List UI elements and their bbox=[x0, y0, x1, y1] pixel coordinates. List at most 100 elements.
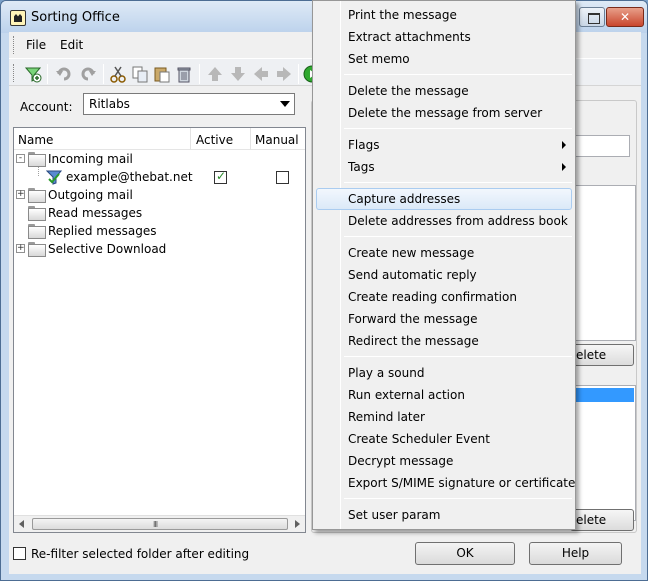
scroll-grip: III bbox=[153, 520, 158, 529]
account-dropdown[interactable]: Ritlabs bbox=[83, 93, 295, 115]
menu-item-remind-later[interactable]: Remind later bbox=[316, 406, 572, 428]
account-value: Ritlabs bbox=[89, 97, 130, 111]
move-up-icon[interactable] bbox=[206, 65, 224, 83]
tree-item-label: Selective Download bbox=[48, 242, 167, 256]
menu-item-export-smime[interactable]: Export S/MIME signature or certificate bbox=[316, 472, 575, 494]
menu-item-redirect-message[interactable]: Redirect the message bbox=[316, 330, 572, 352]
context-menu: Print the message Extract attachments Se… bbox=[312, 0, 576, 530]
expand-toggle[interactable]: + bbox=[16, 190, 25, 199]
submenu-arrow-icon bbox=[562, 141, 566, 149]
scroll-right-icon[interactable] bbox=[295, 520, 300, 528]
tree-item-label: Replied messages bbox=[48, 224, 157, 238]
menu-item-play-sound[interactable]: Play a sound bbox=[316, 362, 572, 384]
toolbar-separator bbox=[47, 64, 48, 84]
scroll-left-icon[interactable] bbox=[19, 520, 24, 528]
active-checkbox[interactable] bbox=[214, 169, 227, 184]
menu-item-create-new-message[interactable]: Create new message bbox=[316, 242, 572, 264]
filters-panel: Account: Ritlabs Name Active Manual - In bbox=[13, 90, 306, 533]
move-down-icon[interactable] bbox=[229, 65, 247, 83]
menu-file[interactable]: File bbox=[26, 38, 46, 52]
recycle-bin-icon[interactable] bbox=[175, 65, 193, 83]
tree-header: Name Active Manual bbox=[14, 128, 305, 150]
folder-icon bbox=[28, 188, 46, 203]
toolbar-separator bbox=[199, 64, 200, 84]
tree-item-incoming-mail[interactable]: - Incoming mail bbox=[14, 150, 305, 168]
expand-toggle[interactable]: + bbox=[16, 244, 25, 253]
maximize-button[interactable] bbox=[579, 7, 605, 27]
tree-item-selective-download[interactable]: + Selective Download bbox=[14, 240, 305, 258]
filter-funnel-icon bbox=[45, 169, 63, 185]
toolbar-grip[interactable] bbox=[13, 64, 16, 82]
refilter-checkbox[interactable] bbox=[13, 547, 26, 560]
toolbar-separator bbox=[298, 64, 299, 84]
tree-item-label: Outgoing mail bbox=[48, 188, 133, 202]
copy-icon[interactable] bbox=[131, 65, 149, 83]
move-left-icon[interactable] bbox=[252, 65, 270, 83]
column-active[interactable]: Active bbox=[196, 133, 233, 147]
manual-checkbox[interactable] bbox=[276, 171, 289, 184]
menu-item-run-external-action[interactable]: Run external action bbox=[316, 384, 572, 406]
scroll-thumb[interactable]: III bbox=[32, 518, 288, 530]
column-divider[interactable] bbox=[190, 128, 191, 150]
paste-icon[interactable] bbox=[153, 65, 171, 83]
refilter-label: Re-filter selected folder after editing bbox=[31, 547, 250, 561]
conditions-list[interactable] bbox=[570, 185, 636, 341]
menu-item-delete-message[interactable]: Delete the message bbox=[316, 80, 572, 102]
redo-icon[interactable] bbox=[79, 65, 97, 83]
ok-button[interactable]: OK bbox=[415, 542, 515, 565]
menu-item-decrypt-message[interactable]: Decrypt message bbox=[316, 450, 572, 472]
column-divider[interactable] bbox=[250, 128, 251, 150]
selected-action-row[interactable] bbox=[572, 388, 634, 402]
horizontal-scrollbar[interactable]: III bbox=[14, 515, 305, 532]
menu-item-send-automatic-reply[interactable]: Send automatic reply bbox=[316, 264, 572, 286]
properties-input[interactable] bbox=[570, 135, 630, 157]
folder-icon bbox=[28, 152, 46, 167]
account-label: Account: bbox=[20, 100, 73, 114]
delete-condition-button[interactable]: elete bbox=[570, 344, 634, 366]
folder-icon bbox=[28, 242, 46, 257]
toolbar-separator bbox=[103, 64, 104, 84]
tree-item-label: example@thebat.net bbox=[66, 170, 193, 184]
menu-item-scheduler-event[interactable]: Create Scheduler Event bbox=[316, 428, 572, 450]
menubar-grip[interactable] bbox=[13, 36, 16, 54]
menu-item-reading-confirmation[interactable]: Create reading confirmation bbox=[316, 286, 572, 308]
app-bat-icon bbox=[10, 10, 26, 26]
move-right-icon[interactable] bbox=[275, 65, 293, 83]
new-filter-icon[interactable] bbox=[24, 65, 42, 83]
filter-tree[interactable]: Name Active Manual - Incoming mail examp… bbox=[13, 127, 306, 533]
menu-item-flags[interactable]: Flags bbox=[316, 134, 572, 156]
menu-separator bbox=[344, 182, 572, 183]
tree-item-account-filter[interactable]: example@thebat.net bbox=[14, 168, 305, 186]
cut-icon[interactable] bbox=[109, 65, 127, 83]
chevron-down-icon bbox=[280, 101, 290, 107]
menu-item-delete-from-server[interactable]: Delete the message from server bbox=[316, 102, 572, 124]
folder-icon bbox=[28, 224, 46, 239]
window-title: Sorting Office bbox=[31, 10, 120, 25]
tree-item-label: Read messages bbox=[48, 206, 143, 220]
menu-item-print-message[interactable]: Print the message bbox=[316, 4, 572, 26]
menu-item-capture-addresses[interactable]: Capture addresses bbox=[316, 188, 572, 210]
close-button[interactable] bbox=[606, 7, 644, 27]
menu-item-delete-addresses[interactable]: Delete addresses from address book bbox=[316, 210, 572, 232]
tree-item-label: Incoming mail bbox=[48, 152, 133, 166]
menu-item-tags[interactable]: Tags bbox=[316, 156, 572, 178]
menu-item-set-memo[interactable]: Set memo bbox=[316, 48, 572, 70]
collapse-toggle[interactable]: - bbox=[16, 154, 25, 163]
menu-item-extract-attachments[interactable]: Extract attachments bbox=[316, 26, 572, 48]
menu-separator bbox=[344, 128, 572, 129]
help-button[interactable]: Help bbox=[529, 542, 622, 565]
tree-item-outgoing-mail[interactable]: + Outgoing mail bbox=[14, 186, 305, 204]
delete-action-button[interactable]: elete bbox=[570, 509, 634, 531]
undo-icon[interactable] bbox=[55, 65, 73, 83]
menu-item-set-user-param[interactable]: Set user param bbox=[316, 504, 572, 526]
menu-separator bbox=[344, 236, 572, 237]
menu-edit[interactable]: Edit bbox=[60, 38, 83, 52]
folder-icon bbox=[28, 206, 46, 221]
actions-list[interactable] bbox=[570, 385, 636, 521]
column-name[interactable]: Name bbox=[18, 133, 53, 147]
menu-item-forward-message[interactable]: Forward the message bbox=[316, 308, 572, 330]
tree-item-replied-messages[interactable]: Replied messages bbox=[14, 222, 305, 240]
menu-separator bbox=[344, 498, 572, 499]
column-manual[interactable]: Manual bbox=[255, 133, 299, 147]
tree-item-read-messages[interactable]: Read messages bbox=[14, 204, 305, 222]
